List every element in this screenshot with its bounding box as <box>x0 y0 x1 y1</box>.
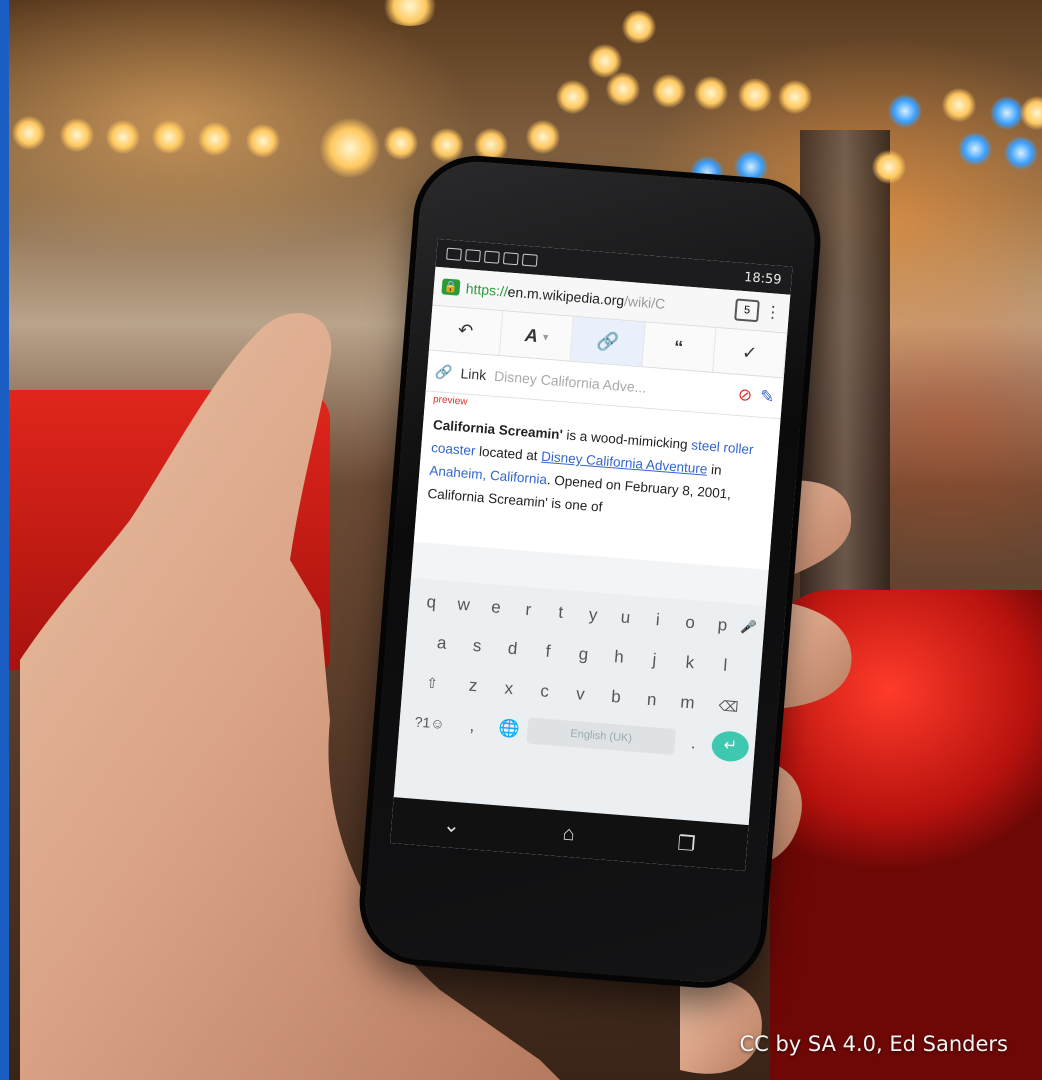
done-button[interactable]: ✓ <box>712 328 788 378</box>
enter-key-icon: ↵ <box>710 729 750 763</box>
article-link[interactable]: Disney California Adventure <box>541 449 708 477</box>
key[interactable]: g <box>565 643 602 666</box>
quote-button[interactable]: “ <box>641 322 717 372</box>
period-key[interactable]: . <box>674 732 712 755</box>
notification-icon <box>465 249 481 263</box>
nav-recents-icon[interactable]: ❐ <box>677 830 697 856</box>
mail-icon <box>502 252 519 266</box>
link-target-input[interactable]: Disney California Adve... <box>494 368 731 402</box>
key[interactable]: z <box>455 675 492 698</box>
article-text[interactable]: California Screamin' is a wood-mimicking… <box>413 406 780 570</box>
key[interactable]: m <box>669 692 706 715</box>
key[interactable]: b <box>597 686 634 709</box>
undo-button[interactable]: ↶ <box>428 305 504 356</box>
key[interactable]: u <box>608 607 642 629</box>
key[interactable]: x <box>490 677 527 700</box>
key[interactable]: a <box>423 632 460 655</box>
key[interactable]: p <box>706 614 740 636</box>
symbols-key[interactable]: ?1☺ <box>405 713 454 733</box>
undo-icon: ↶ <box>457 319 475 341</box>
on-screen-keyboard: q w e r t y u i o p 🎤 a s d f g h j k l … <box>393 577 766 826</box>
shift-key-icon[interactable]: ⇧ <box>408 672 456 693</box>
key[interactable]: v <box>562 683 599 706</box>
microphone-icon[interactable]: 🎤 <box>738 619 759 636</box>
quote-icon: “ <box>673 336 684 357</box>
key[interactable]: i <box>641 609 675 631</box>
checkmark-icon: ✓ <box>741 341 758 363</box>
key[interactable]: s <box>459 635 496 658</box>
lock-icon: 🔒 <box>441 278 461 296</box>
edit-pencil-icon[interactable]: ✎ <box>759 387 775 408</box>
overflow-menu-icon[interactable]: ⋮ <box>764 302 782 323</box>
photo-credit-caption: CC by SA 4.0, Ed Sanders <box>739 1032 1008 1056</box>
mail-icon <box>521 253 538 267</box>
phone-screen: 18:59 🔒 https:// en.m.wikipedia.org /wik… <box>390 238 793 871</box>
url-path: /wiki/C <box>623 292 666 312</box>
enter-key[interactable]: ↵ <box>710 729 750 763</box>
article-text-fragment: is a wood-mimicking <box>562 427 692 453</box>
mail-icon <box>483 250 500 264</box>
status-time: 18:59 <box>743 269 783 288</box>
key[interactable]: y <box>576 604 610 626</box>
link-button[interactable]: 🔗 <box>570 316 646 367</box>
key[interactable]: o <box>673 612 707 634</box>
key[interactable]: w <box>447 594 481 616</box>
text-style-button[interactable]: A ▾ <box>499 311 575 361</box>
key[interactable]: l <box>707 654 744 677</box>
key[interactable]: d <box>494 638 531 661</box>
key[interactable]: n <box>633 689 670 712</box>
chevron-down-icon: ▾ <box>542 330 549 344</box>
link-label: Link <box>460 365 487 384</box>
key[interactable]: f <box>530 640 567 663</box>
notification-icon <box>446 247 462 261</box>
link-icon: 🔗 <box>434 362 454 380</box>
remove-link-icon[interactable]: ⊘ <box>737 385 753 406</box>
article-text-fragment: in <box>706 461 723 478</box>
url-scheme: https:// <box>465 280 509 300</box>
backspace-key-icon[interactable]: ⌫ <box>705 696 753 717</box>
key[interactable]: e <box>479 596 513 618</box>
nav-home-icon[interactable]: ⌂ <box>562 822 576 846</box>
key[interactable]: t <box>544 601 578 623</box>
key[interactable]: k <box>671 652 708 675</box>
key[interactable]: r <box>511 599 545 621</box>
key[interactable]: c <box>526 680 563 703</box>
globe-key-icon[interactable]: 🌐 <box>490 718 528 741</box>
text-style-label: A <box>524 324 539 346</box>
key[interactable]: h <box>600 646 637 669</box>
key[interactable]: q <box>414 591 448 613</box>
tab-switcher-button[interactable]: 5 <box>734 298 760 323</box>
key[interactable]: j <box>636 649 673 672</box>
article-title-bold: California Screamin' <box>432 417 564 443</box>
smartphone: 18:59 🔒 https:// en.m.wikipedia.org /wik… <box>361 157 819 987</box>
space-bar[interactable]: English (UK) <box>526 717 676 755</box>
comma-key[interactable]: , <box>453 715 491 738</box>
notification-icons <box>446 247 538 267</box>
link-icon: 🔗 <box>595 330 620 352</box>
nav-back-icon[interactable]: ⌄ <box>442 812 461 838</box>
article-text-fragment: located at <box>474 443 542 464</box>
url-host: en.m.wikipedia.org <box>507 283 625 309</box>
article-link[interactable]: Anaheim, California <box>429 463 548 487</box>
